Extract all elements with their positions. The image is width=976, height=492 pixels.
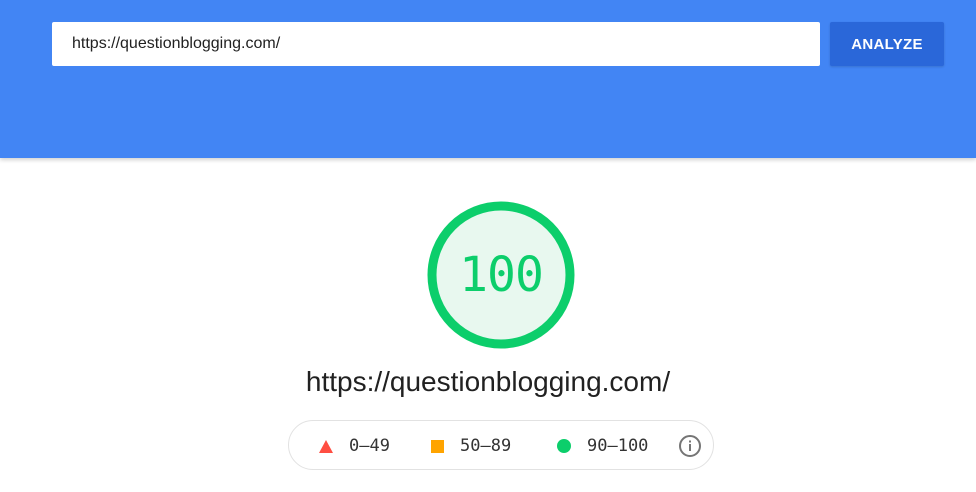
triangle-fail-icon [319, 439, 333, 453]
legend-item-pass: 90–100 [557, 421, 648, 471]
analyze-button[interactable]: ANALYZE [830, 22, 944, 66]
square-average-icon [431, 439, 444, 453]
performance-score: 100 [459, 247, 544, 303]
info-icon[interactable] [678, 434, 702, 458]
score-legend: 0–49 50–89 90–100 [288, 420, 714, 470]
report-url: https://questionblogging.com/ [305, 366, 671, 397]
url-input[interactable] [52, 22, 820, 66]
legend-range-fail: 0–49 [349, 436, 390, 456]
legend-item-average: 50–89 [431, 421, 511, 471]
header-bar: ANALYZE [0, 0, 976, 158]
legend-item-fail: 0–49 [319, 421, 390, 471]
legend-range-average: 50–89 [460, 436, 512, 456]
score-gauge: 100 [426, 200, 576, 350]
circle-pass-icon [557, 439, 571, 453]
legend-range-pass: 90–100 [587, 436, 649, 456]
